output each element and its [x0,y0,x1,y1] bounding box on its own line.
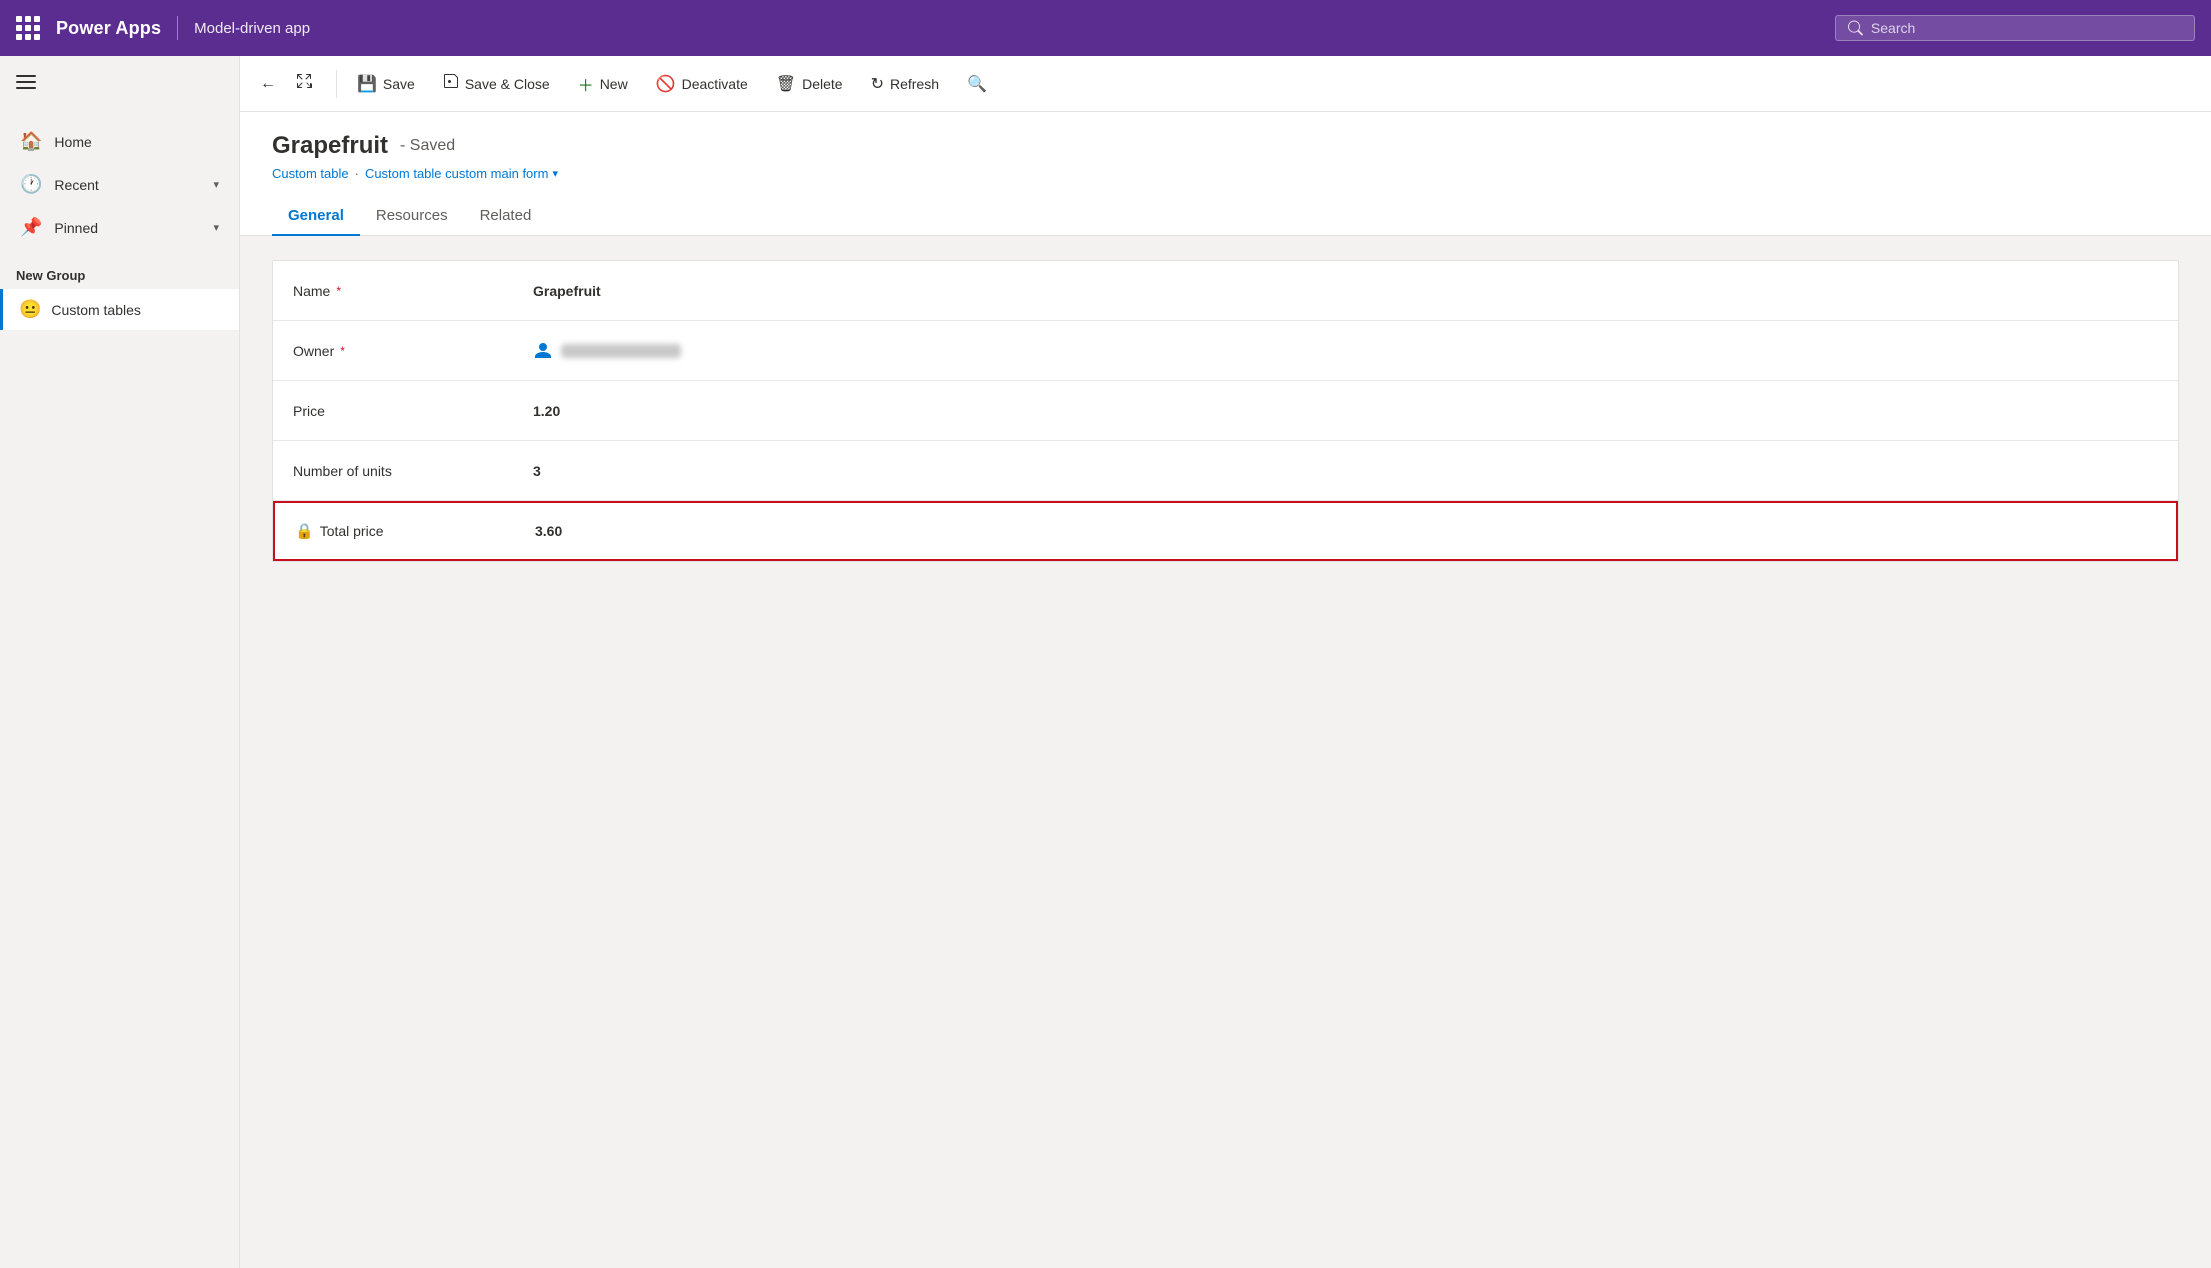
sidebar: 🏠 Home 🕐 Recent ▾ 📌 Pinned ▾ New Group 😐… [0,56,240,1268]
delete-icon: 🗑 [776,74,796,94]
record-title-row: Grapefruit - Saved [272,132,2179,160]
save-label: Save [383,76,415,92]
record-header: Grapefruit - Saved Custom table · Custom… [240,112,2211,236]
record-status: - Saved [400,137,455,155]
tab-general[interactable]: General [272,197,360,236]
person-icon [533,341,553,361]
sidebar-item-pinned[interactable]: 📌 Pinned ▾ [4,207,235,248]
field-row-units: Number of units 3 [273,441,2178,501]
record-title: Grapefruit [272,132,388,160]
new-icon: ＋ [578,72,594,96]
delete-button[interactable]: 🗑 Delete [764,68,855,100]
refresh-icon: ↻ [871,74,884,94]
new-label: New [600,76,628,92]
field-row-name: Name * Grapefruit [273,261,2178,321]
lock-icon: 🔒 [295,522,314,540]
field-value-name[interactable]: Grapefruit [513,261,2178,320]
save-close-label: Save & Close [465,76,550,92]
form-content: Name * Grapefruit Owner * [240,236,2211,1268]
app-grid-icon[interactable] [16,16,40,40]
sidebar-item-pinned-label: Pinned [54,220,98,236]
field-label-total-price: 🔒 Total price [275,503,515,559]
main-layout: 🏠 Home 🕐 Recent ▾ 📌 Pinned ▾ New Group 😐… [0,56,2211,1268]
toolbar-search-icon: 🔍 [967,74,987,94]
tab-related[interactable]: Related [464,197,548,236]
deactivate-icon: 🚫 [656,74,676,94]
field-label-price: Price [273,381,513,440]
field-value-price[interactable]: 1.20 [513,381,2178,440]
breadcrumb-form[interactable]: Custom table custom main form ▾ [365,166,558,181]
sidebar-item-custom-tables-label: Custom tables [51,302,140,318]
save-icon: 💾 [357,74,377,94]
toolbar: ← 💾 Save Save & Close [240,56,2211,112]
required-indicator: * [340,344,345,358]
field-value-units[interactable]: 3 [513,441,2178,500]
hamburger-icon[interactable] [0,56,239,113]
required-indicator: * [336,284,341,298]
delete-label: Delete [802,76,842,92]
save-close-button[interactable]: Save & Close [431,67,562,100]
app-subtitle: Model-driven app [194,20,310,37]
chevron-down-icon: ▾ [213,178,219,191]
owner-name-blurred [561,344,681,358]
toolbar-divider [336,70,337,98]
refresh-label: Refresh [890,76,939,92]
recent-icon: 🕐 [20,174,42,195]
back-button[interactable]: ← [252,69,284,99]
tabs-row: General Resources Related [272,197,2179,235]
sidebar-item-home[interactable]: 🏠 Home [4,121,235,162]
sidebar-item-recent-label: Recent [54,177,98,193]
toolbar-nav: ← [252,67,320,100]
save-close-icon [443,73,459,94]
search-bar[interactable] [1835,15,2195,41]
top-bar-divider [177,16,178,40]
save-button[interactable]: 💾 Save [345,68,427,100]
field-value-owner[interactable] [513,321,2178,380]
sidebar-item-recent[interactable]: 🕐 Recent ▾ [4,164,235,205]
sidebar-nav: 🏠 Home 🕐 Recent ▾ 📌 Pinned ▾ [0,113,239,256]
tab-resources[interactable]: Resources [360,197,464,236]
top-bar: Power Apps Model-driven app [0,0,2211,56]
content-area: ← 💾 Save Save & Close [240,56,2211,1268]
field-row-total-price: 🔒 Total price 3.60 [273,501,2178,561]
breadcrumb: Custom table · Custom table custom main … [272,166,2179,181]
search-icon [1848,20,1863,36]
sidebar-item-custom-tables[interactable]: 😐 Custom tables [0,289,239,330]
field-label-units: Number of units [273,441,513,500]
deactivate-label: Deactivate [682,76,748,92]
breadcrumb-table[interactable]: Custom table [272,166,349,181]
refresh-button[interactable]: ↻ Refresh [859,68,951,100]
search-input[interactable] [1871,20,2182,36]
app-title: Power Apps [56,18,161,39]
expand-button[interactable] [288,67,320,100]
field-label-owner: Owner * [273,321,513,380]
field-value-total-price: 3.60 [515,503,2176,559]
pin-icon: 📌 [20,217,42,238]
form-card: Name * Grapefruit Owner * [272,260,2179,562]
chevron-down-icon: ▾ [552,167,558,180]
sidebar-item-home-label: Home [54,134,91,150]
field-row-price: Price 1.20 [273,381,2178,441]
sidebar-section-label: New Group [0,256,239,289]
new-button[interactable]: ＋ New [566,66,640,102]
home-icon: 🏠 [20,131,42,152]
custom-tables-icon: 😐 [19,299,41,320]
toolbar-search-button[interactable]: 🔍 [955,68,999,100]
deactivate-button[interactable]: 🚫 Deactivate [644,68,760,100]
chevron-down-icon: ▾ [213,221,219,234]
field-label-name: Name * [273,261,513,320]
breadcrumb-separator: · [355,166,359,181]
field-row-owner: Owner * [273,321,2178,381]
